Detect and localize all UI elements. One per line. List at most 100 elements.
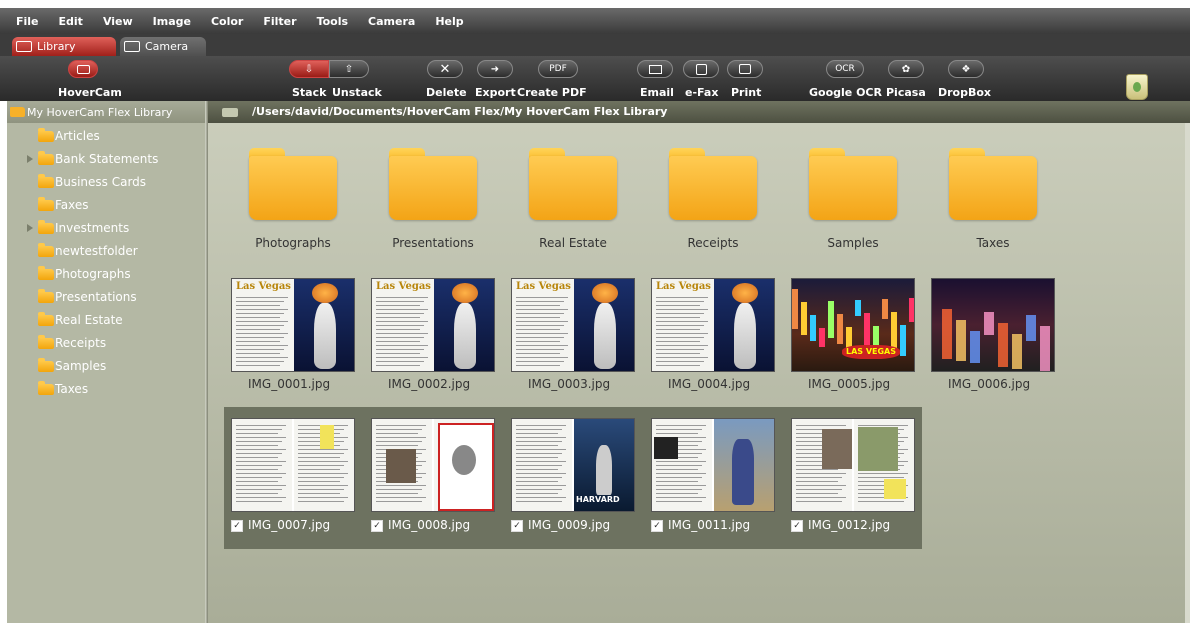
image-thumbnail[interactable]: Las Vegas (511, 278, 635, 372)
tab-camera-label: Camera (145, 40, 189, 53)
sidebar-item-label: Faxes (55, 198, 89, 212)
picasa-button[interactable]: ✿ (888, 60, 924, 78)
image-filename[interactable]: ✓ IMG_0011.jpg (651, 518, 750, 532)
menu-view[interactable]: View (103, 15, 133, 28)
parent-folder-icon[interactable] (222, 108, 238, 117)
image-filename[interactable]: IMG_0002.jpg (388, 377, 470, 391)
menu-file[interactable]: File (16, 15, 39, 28)
image-thumbnail[interactable]: Las Vegas (371, 278, 495, 372)
image-filename[interactable]: ✓ IMG_0012.jpg (791, 518, 890, 532)
print-button[interactable] (727, 60, 763, 78)
folder-icon[interactable] (389, 148, 477, 220)
folder-icon[interactable] (809, 148, 897, 220)
sidebar-item[interactable]: Faxes (7, 194, 205, 216)
delete-button[interactable]: ✕ (427, 60, 463, 78)
folder-icon[interactable] (249, 148, 337, 220)
ocr-icon: OCR (835, 64, 855, 74)
sidebar-item[interactable]: Articles (7, 125, 205, 147)
folder-label[interactable]: Taxes (923, 236, 1063, 250)
sidebar-item[interactable]: Photographs (7, 263, 205, 285)
image-thumbnail[interactable]: HARVARD (511, 418, 635, 512)
menu-help[interactable]: Help (435, 15, 463, 28)
sidebar-item[interactable]: Taxes (7, 378, 205, 400)
sidebar-item-label: Presentations (55, 290, 137, 304)
image-filename[interactable]: ✓ IMG_0007.jpg (231, 518, 330, 532)
menu-camera[interactable]: Camera (368, 15, 415, 28)
selection-checkbox[interactable]: ✓ (791, 519, 803, 532)
tab-camera[interactable]: Camera (120, 37, 206, 56)
sidebar-item[interactable]: Presentations (7, 286, 205, 308)
image-filename[interactable]: IMG_0001.jpg (248, 377, 330, 391)
sidebar-item[interactable]: newtestfolder (7, 240, 205, 262)
image-thumbnail[interactable] (651, 418, 775, 512)
menu-color[interactable]: Color (211, 15, 243, 28)
sidebar-item[interactable]: Receipts (7, 332, 205, 354)
tab-row: Library Camera (0, 34, 1190, 56)
menu-image[interactable]: Image (153, 15, 191, 28)
folder-icon[interactable] (529, 148, 617, 220)
image-filename-text: IMG_0009.jpg (528, 518, 611, 532)
image-filename[interactable]: ✓ IMG_0008.jpg (371, 518, 470, 532)
folder-icon (38, 174, 54, 188)
image-thumbnail[interactable] (231, 418, 355, 512)
menu-filter[interactable]: Filter (263, 15, 296, 28)
folder-label[interactable]: Presentations (363, 236, 503, 250)
folder-label[interactable]: Receipts (643, 236, 783, 250)
folder-label[interactable]: Photographs (223, 236, 363, 250)
sidebar-root-label: My HoverCam Flex Library (27, 105, 173, 119)
tab-library[interactable]: Library (12, 37, 116, 56)
image-filename[interactable]: ✓ IMG_0009.jpg (511, 518, 610, 532)
image-filename-text: IMG_0008.jpg (388, 518, 471, 532)
folder-icon (38, 197, 54, 211)
hovercam-label: HoverCam (58, 86, 122, 99)
folder-label[interactable]: Samples (783, 236, 923, 250)
sidebar-item[interactable]: Real Estate (7, 309, 205, 331)
article-title: Las Vegas (656, 281, 711, 292)
dropbox-button[interactable]: ❖ (948, 60, 984, 78)
sidebar-item[interactable]: Bank Statements (7, 148, 205, 170)
stack-button[interactable]: ⇩ (289, 60, 329, 78)
folder-icon[interactable] (669, 148, 757, 220)
image-filename[interactable]: IMG_0005.jpg (808, 377, 890, 391)
image-thumbnail[interactable] (371, 418, 495, 512)
create-pdf-button[interactable]: PDF (538, 60, 578, 78)
menu-edit[interactable]: Edit (59, 15, 83, 28)
sidebar-item[interactable]: Samples (7, 355, 205, 377)
folder-icon[interactable] (949, 148, 1037, 220)
efax-button[interactable] (683, 60, 719, 78)
sidebar-item-label: Receipts (55, 336, 107, 350)
selection-checkbox[interactable]: ✓ (371, 519, 383, 532)
selection-checkbox[interactable]: ✓ (651, 519, 663, 532)
hovercam-button[interactable] (68, 60, 98, 78)
sidebar-item[interactable]: Investments (7, 217, 205, 239)
article-title: Las Vegas (376, 281, 431, 292)
image-thumbnail[interactable] (791, 418, 915, 512)
email-button[interactable] (637, 60, 673, 78)
image-filename[interactable]: IMG_0006.jpg (948, 377, 1030, 391)
unstack-button[interactable]: ⇧ (329, 60, 369, 78)
trash-icon[interactable] (1126, 74, 1148, 100)
image-thumbnail[interactable]: LAS VEGAS (791, 278, 915, 372)
magazine-masthead: HARVARD (576, 495, 620, 504)
selection-checkbox[interactable]: ✓ (511, 519, 523, 532)
sidebar-item[interactable]: Business Cards (7, 171, 205, 193)
folder-icon (10, 107, 25, 117)
google-ocr-button[interactable]: OCR (826, 60, 864, 78)
printer-icon (739, 64, 751, 74)
image-thumbnail[interactable]: Las Vegas (651, 278, 775, 372)
image-thumbnail[interactable]: Las Vegas (231, 278, 355, 372)
export-button[interactable]: ➜ (477, 60, 513, 78)
folder-label[interactable]: Real Estate (503, 236, 643, 250)
sidebar-root[interactable]: My HoverCam Flex Library (7, 101, 205, 123)
sidebar-item-label: Photographs (55, 267, 131, 281)
unstack-icon: ⇧ (344, 63, 354, 75)
disclosure-arrow-icon[interactable] (27, 155, 33, 163)
image-filename[interactable]: IMG_0004.jpg (668, 377, 750, 391)
image-filename[interactable]: IMG_0003.jpg (528, 377, 610, 391)
menu-tools[interactable]: Tools (317, 15, 348, 28)
vertical-scrollbar[interactable] (1185, 123, 1190, 623)
sidebar-item-label: Real Estate (55, 313, 123, 327)
selection-checkbox[interactable]: ✓ (231, 519, 243, 532)
disclosure-arrow-icon[interactable] (27, 224, 33, 232)
image-thumbnail[interactable] (931, 278, 1055, 372)
